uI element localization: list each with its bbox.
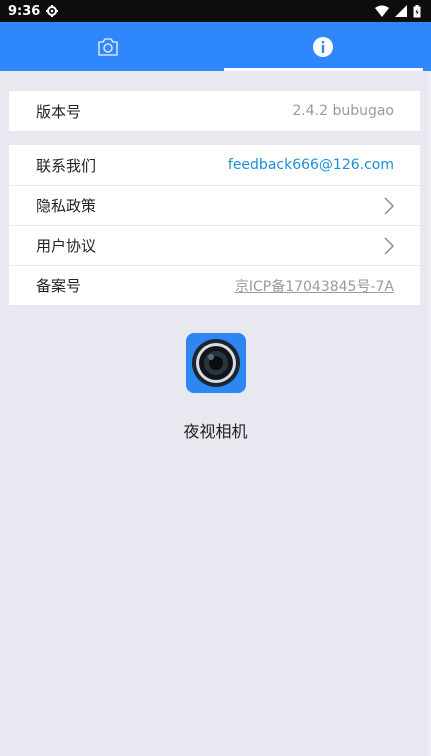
active-tab-indicator xyxy=(223,68,423,71)
chevron-right-icon xyxy=(384,236,394,255)
icp-label: 备案号 xyxy=(36,277,82,295)
tab-about[interactable] xyxy=(216,22,431,71)
icp-row[interactable]: 备案号 京ICP备17043845号-7A xyxy=(9,265,420,305)
info-icon xyxy=(313,36,334,57)
privacy-policy-label: 隐私政策 xyxy=(36,197,97,215)
tab-camera[interactable] xyxy=(0,22,216,71)
privacy-policy-row[interactable]: 隐私政策 xyxy=(9,185,420,225)
battery-icon xyxy=(413,4,421,17)
settings-gear-icon xyxy=(46,5,59,17)
signal-icon xyxy=(395,5,407,17)
user-agreement-row[interactable]: 用户协议 xyxy=(9,225,420,265)
wifi-icon xyxy=(375,5,389,17)
info-list-card: 联系我们 feedback666@126.com 隐私政策 用户协议 备案号 京… xyxy=(9,145,420,305)
contact-label: 联系我们 xyxy=(36,156,97,175)
camera-icon xyxy=(97,37,118,56)
screen: 9:36 版本号 2.4.2 bubugao 联系我们 feedback666@… xyxy=(0,0,431,756)
version-card: 版本号 2.4.2 bubugao xyxy=(9,91,420,131)
contact-row[interactable]: 联系我们 feedback666@126.com xyxy=(9,145,420,185)
app-info: 夜视相机 xyxy=(0,333,431,442)
icp-number-link[interactable]: 京ICP备17043845号-7A xyxy=(235,276,394,296)
chevron-right-icon xyxy=(384,196,394,215)
camera-lens-icon xyxy=(191,339,240,387)
version-row: 版本号 2.4.2 bubugao xyxy=(9,91,420,131)
status-bar: 9:36 xyxy=(0,0,431,22)
user-agreement-label: 用户协议 xyxy=(36,237,97,255)
version-value: 2.4.2 bubugao xyxy=(292,103,394,119)
contact-email[interactable]: feedback666@126.com xyxy=(228,157,394,173)
tab-bar xyxy=(0,22,431,71)
app-logo xyxy=(185,333,246,393)
status-time: 9:36 xyxy=(8,3,41,19)
version-label: 版本号 xyxy=(36,102,82,121)
app-name: 夜视相机 xyxy=(183,422,248,441)
